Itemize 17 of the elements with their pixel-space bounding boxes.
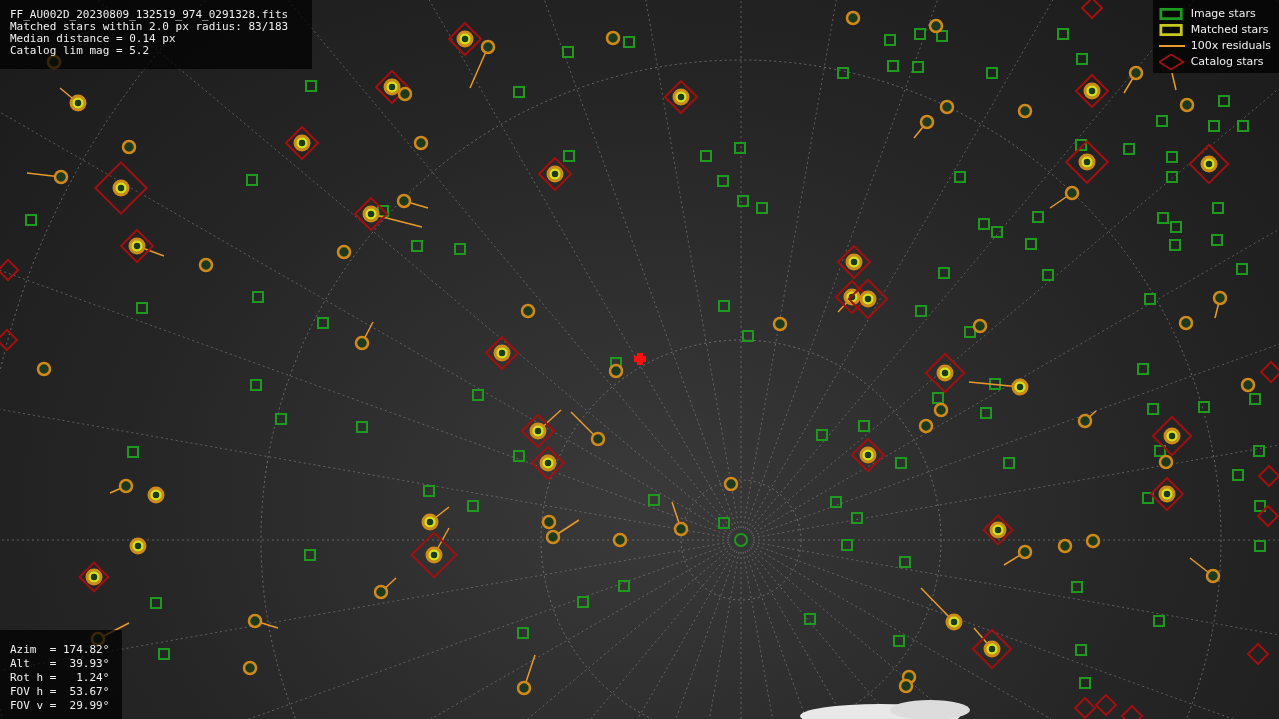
diamond-icon: [1158, 54, 1185, 70]
info-text: Median distance = 0.14 px: [10, 33, 177, 45]
pointing-text: FOV h = 53.67°: [10, 685, 110, 699]
legend-label: Catalog stars: [1190, 56, 1264, 68]
pointing-text: FOV v = 29.99°: [10, 699, 110, 713]
info-text: Matched stars within 2.0 px radius: 83/183: [10, 21, 290, 33]
rectangle-icon: [1158, 22, 1185, 38]
pointing-text: Rot h = 1.24°: [10, 671, 110, 685]
pointing-text: Azim = 174.82°: [10, 643, 110, 657]
rectangle-icon: [1158, 6, 1185, 22]
pointing-text: Alt = 39.93°: [10, 657, 110, 671]
legend-label: Image stars: [1190, 8, 1256, 20]
info-text: FF_AU002D_20230809_132519_974_0291328.fits: [10, 9, 290, 21]
line-icon: [1158, 45, 1185, 47]
legend-label: 100x residuals: [1190, 40, 1271, 52]
info-text: Catalog lim mag = 5.2: [10, 45, 151, 57]
legend-label: Matched stars: [1190, 24, 1269, 36]
